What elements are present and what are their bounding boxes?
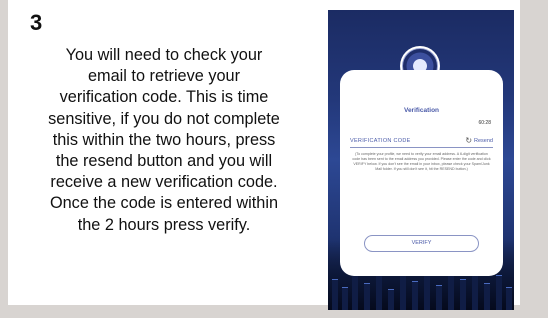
building [424, 273, 430, 310]
instruction-line: verification code. This is time [59, 88, 269, 107]
countdown-timer: 60:28 [478, 120, 491, 126]
refresh-icon: ↻ [465, 136, 473, 145]
verification-code-input[interactable] [350, 147, 493, 148]
building [388, 289, 394, 310]
step-number: 3 [30, 10, 43, 35]
instruction-line: the resend button and you will [55, 152, 273, 171]
building [342, 287, 348, 310]
instruction-line: Once the code is entered within [49, 194, 279, 213]
building [352, 271, 358, 310]
building [506, 287, 512, 310]
instructions-text: You will need to check your email to ret… [8, 45, 320, 236]
building [460, 279, 466, 310]
resend-label: Resend [474, 137, 493, 144]
verification-code-label: VERIFICATION CODE [350, 138, 411, 144]
instruction-line: receive a new verification code. [50, 173, 278, 192]
verification-title: Verification [403, 107, 440, 114]
instruction-line: email to retrieve your [87, 67, 241, 86]
instruction-line: You will need to check your [65, 46, 263, 64]
help-text: (To complete your profile, we need to ve… [352, 152, 491, 171]
instruction-line: the 2 hours press verify. [77, 215, 251, 234]
instruction-line: sensitive, if you do not complete [48, 109, 280, 128]
building [496, 275, 502, 310]
slide: 3 You will need to check your email to r… [0, 0, 548, 318]
building [376, 275, 382, 310]
building [436, 285, 442, 310]
left-border [0, 0, 8, 318]
phone-screenshot: Verification 60:28 VERIFICATION CODE ↻ R… [328, 10, 514, 310]
building [332, 279, 338, 310]
building [484, 283, 490, 310]
building [412, 281, 418, 310]
verify-button[interactable]: VERIFY [364, 235, 479, 252]
verification-card: Verification 60:28 VERIFICATION CODE ↻ R… [340, 70, 503, 276]
resend-button[interactable]: ↻ Resend [465, 136, 493, 145]
building [364, 283, 370, 310]
instruction-line: this within the two hours, press [52, 130, 276, 149]
right-border [520, 0, 548, 318]
